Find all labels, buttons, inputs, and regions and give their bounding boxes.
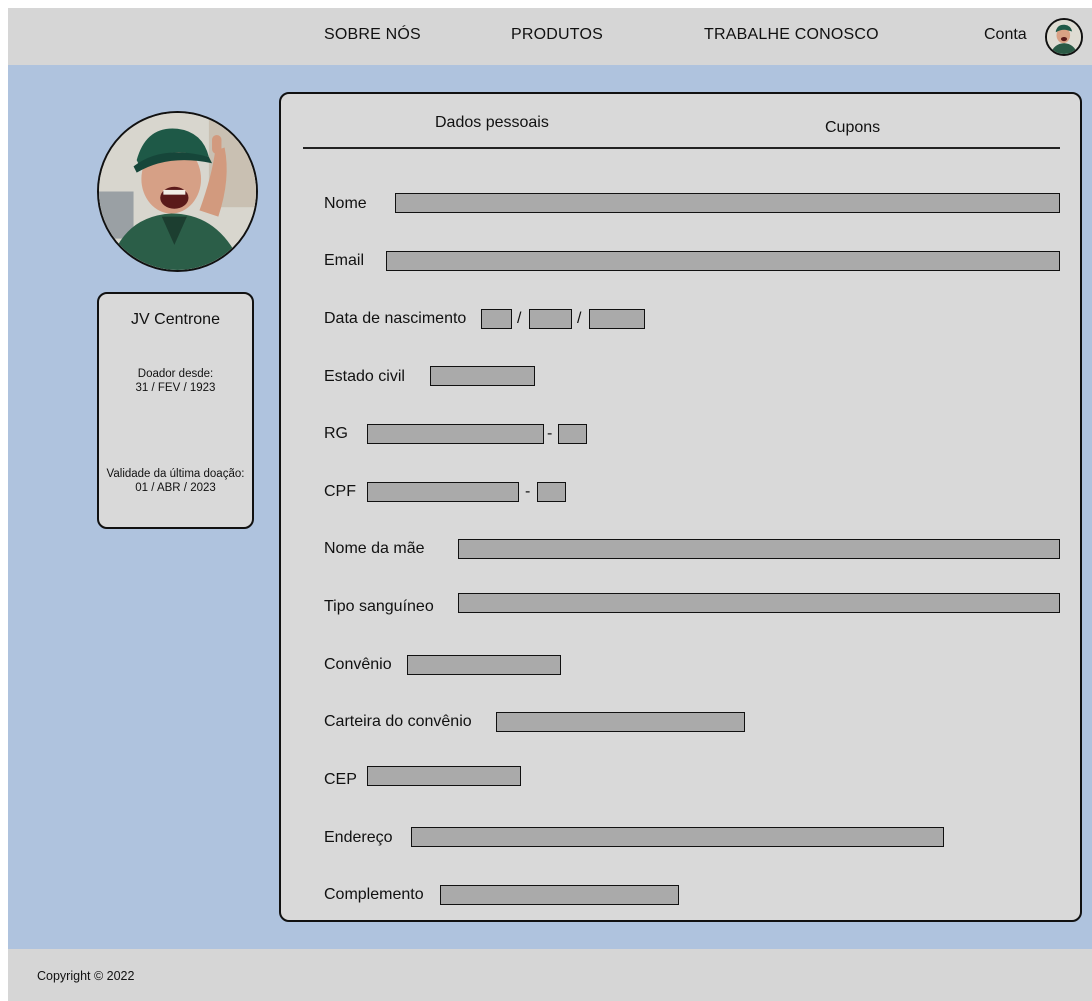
user-photo-icon	[1047, 20, 1081, 54]
mother-name-field[interactable]	[458, 539, 1060, 559]
insurance-card-field[interactable]	[496, 712, 745, 732]
nav-trabalhe-conosco[interactable]: TRABALHE CONOSCO	[704, 26, 879, 44]
insurance-field[interactable]	[407, 655, 561, 675]
user-photo-icon	[99, 113, 256, 270]
personal-data-panel: Dados pessoais Cupons Nome Email Data de…	[279, 92, 1082, 922]
top-navbar: SOBRE NÓS PRODUTOS TRABALHE CONOSCO Cont…	[8, 8, 1092, 65]
donor-since-value: 31 / FEV / 1923	[135, 382, 216, 394]
rg-digit-field[interactable]	[558, 424, 587, 444]
birthdate-label: Data de nascimento	[324, 310, 467, 327]
mother-name-label: Nome da mãe	[324, 540, 425, 557]
tab-cupons[interactable]: Cupons	[825, 119, 880, 137]
marital-status-field[interactable]	[430, 366, 535, 386]
cpf-label: CPF	[324, 483, 356, 500]
tab-divider	[303, 147, 1060, 149]
address-field[interactable]	[411, 827, 944, 847]
rg-field[interactable]	[367, 424, 544, 444]
email-field[interactable]	[386, 251, 1060, 271]
birth-day-field[interactable]	[481, 309, 512, 329]
birth-month-field[interactable]	[529, 309, 572, 329]
date-separator: /	[517, 310, 522, 327]
last-donation-label: Validade da última doação:	[106, 468, 245, 480]
cep-field[interactable]	[367, 766, 521, 786]
nav-sobre-nos[interactable]: SOBRE NÓS	[324, 26, 421, 44]
email-label: Email	[324, 252, 365, 269]
address-label: Endereço	[324, 829, 393, 846]
birth-year-field[interactable]	[589, 309, 645, 329]
profile-avatar	[97, 111, 258, 272]
cpf-dash: -	[525, 483, 531, 500]
tab-dados-pessoais[interactable]: Dados pessoais	[435, 114, 549, 132]
donor-since-label: Doador desde:	[137, 368, 214, 380]
insurance-card-label: Carteira do convênio	[324, 713, 472, 730]
complement-field[interactable]	[440, 885, 679, 905]
account-link[interactable]: Conta	[984, 26, 1027, 44]
date-separator: /	[577, 310, 582, 327]
blood-type-field[interactable]	[458, 593, 1060, 613]
cpf-digit-field[interactable]	[537, 482, 566, 502]
rg-label: RG	[324, 425, 348, 442]
marital-status-label: Estado civil	[324, 368, 405, 385]
profile-name: JV Centrone	[131, 311, 220, 328]
name-field[interactable]	[395, 193, 1060, 213]
nav-produtos[interactable]: PRODUTOS	[511, 26, 603, 44]
account-avatar[interactable]	[1045, 18, 1083, 56]
complement-label: Complemento	[324, 886, 424, 903]
cpf-field[interactable]	[367, 482, 519, 502]
cep-label: CEP	[324, 771, 357, 788]
copyright-text: Copyright © 2022	[37, 969, 135, 983]
footer: Copyright © 2022	[8, 949, 1092, 1001]
insurance-label: Convênio	[324, 656, 392, 673]
blood-type-label: Tipo sanguíneo	[324, 598, 434, 615]
profile-card: JV Centrone Doador desde: 31 / FEV / 192…	[97, 292, 254, 529]
last-donation-value: 01 / ABR / 2023	[135, 482, 216, 494]
rg-dash: -	[547, 425, 553, 442]
name-label: Nome	[324, 195, 367, 212]
page-frame: SOBRE NÓS PRODUTOS TRABALHE CONOSCO Cont…	[8, 8, 1092, 1001]
